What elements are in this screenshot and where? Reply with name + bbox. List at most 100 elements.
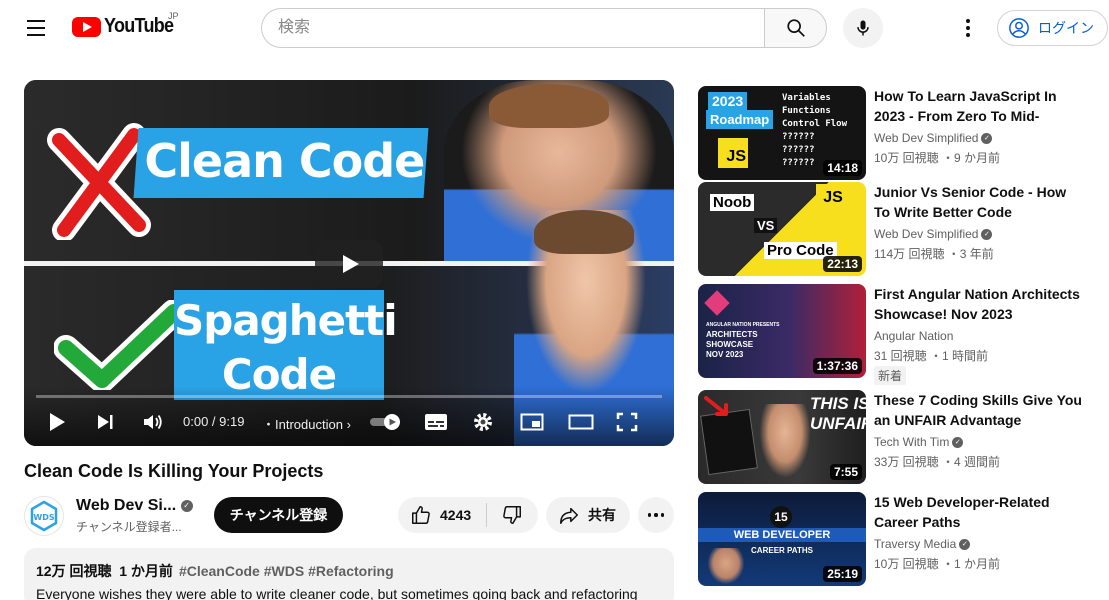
green-check-icon bbox=[54, 300, 184, 390]
video-player[interactable]: Clean Code Spaghetti Code 0:00 / 9:19 ・I… bbox=[24, 80, 674, 446]
recommendation-item[interactable]: ANGULAR NATION PRESENTS ARCHITECTS SHOWC… bbox=[698, 284, 1098, 385]
login-button[interactable]: ログイン bbox=[997, 10, 1108, 46]
settings-gear-icon[interactable] bbox=[472, 411, 494, 433]
youtube-play-logo-icon bbox=[72, 16, 101, 37]
recommendation-channel-name: Tech With Tim bbox=[874, 435, 950, 449]
player-controls: 0:00 / 9:19 ・Introduction › bbox=[24, 404, 674, 440]
volume-icon[interactable] bbox=[142, 412, 164, 432]
recommendation-thumbnail: THIS IS UNFAIR 7:55 bbox=[698, 390, 866, 484]
recommendation-channel[interactable]: Angular Nation bbox=[874, 329, 953, 343]
thumb-person bbox=[756, 404, 814, 484]
description-text: Everyone wishes they were able to write … bbox=[36, 586, 638, 600]
recommendation-item[interactable]: 15 WEB DEVELOPER CAREER PATHS 25:19 15 W… bbox=[698, 492, 1098, 586]
fullscreen-icon[interactable] bbox=[616, 412, 638, 432]
recommendation-thumbnail: 15 WEB DEVELOPER CAREER PATHS 25:19 bbox=[698, 492, 866, 586]
share-icon bbox=[560, 507, 578, 524]
recommendation-channel-name: Web Dev Simplified bbox=[874, 227, 979, 241]
thumb-topic-functions: Functions bbox=[782, 106, 831, 116]
recommendation-channel[interactable]: Web Dev Simplified ✓ bbox=[874, 227, 993, 241]
thumb-web-developer: WEB DEVELOPER bbox=[698, 528, 866, 542]
play-icon[interactable] bbox=[48, 412, 66, 432]
theater-mode-icon[interactable] bbox=[568, 413, 594, 431]
chapter-label[interactable]: ・Introduction › bbox=[262, 414, 351, 433]
youtube-logo[interactable]: YouTube JP bbox=[72, 11, 181, 38]
channel-avatar[interactable]: WDS bbox=[24, 496, 64, 536]
thumb-topic-placeholder: ?????? bbox=[782, 132, 815, 142]
thumb-2023-label: 2023 bbox=[708, 92, 748, 111]
channel-name[interactable]: Web Dev Si... ✓ bbox=[76, 497, 193, 515]
hashtags[interactable]: #CleanCode #WDS #Refactoring bbox=[179, 563, 394, 579]
thumb-unfair-text: THIS IS UNFAIR bbox=[810, 394, 866, 434]
voice-search-button[interactable] bbox=[843, 8, 883, 48]
recommendation-meta: 10万 回視聴 ・1 か月前 bbox=[874, 557, 1001, 571]
dislike-button[interactable] bbox=[487, 497, 537, 533]
like-button[interactable]: 4243 bbox=[398, 497, 486, 533]
next-icon[interactable] bbox=[96, 413, 114, 431]
thumb-roadmap-label: Roadmap bbox=[706, 110, 774, 129]
thumbnail-clean-code-banner: Clean Code bbox=[133, 128, 429, 198]
thumb-date: NOV 2023 bbox=[706, 350, 744, 359]
search-button[interactable] bbox=[764, 8, 827, 48]
thumb-vs-label: VS bbox=[754, 218, 778, 233]
like-count: 4243 bbox=[440, 507, 472, 523]
recommendation-title: Junior Vs Senior Code - How To Write Bet… bbox=[874, 184, 1067, 220]
thumb-topic-placeholder: ?????? bbox=[782, 145, 815, 155]
recommendation-channel[interactable]: Tech With Tim ✓ bbox=[874, 435, 964, 449]
share-button[interactable]: 共有 bbox=[546, 497, 630, 533]
recommendation-meta: 10万 回視聴 ・9 か月前 bbox=[874, 151, 1001, 165]
thumb-architects: ARCHITECTS bbox=[706, 330, 758, 339]
channel-name-text: Web Dev Si... bbox=[76, 497, 177, 514]
recommendation-title: 15 Web Developer-Related Career Paths bbox=[874, 494, 1050, 530]
verified-check-icon: ✓ bbox=[959, 539, 971, 551]
thumbs-up-icon bbox=[412, 506, 430, 524]
time-display: 0:00 / 9:19 bbox=[183, 414, 245, 429]
progress-bar[interactable] bbox=[36, 395, 662, 398]
recommendation-item[interactable]: 2023 Roadmap JS Variables Functions Cont… bbox=[698, 86, 1098, 180]
video-title: Clean Code Is Killing Your Projects bbox=[24, 461, 324, 481]
logo-text: YouTube bbox=[104, 15, 174, 37]
channel-subscriber-count: チャンネル登録者... bbox=[76, 520, 182, 534]
more-actions-icon[interactable] bbox=[638, 497, 674, 533]
recommendation-channel[interactable]: Web Dev Simplified ✓ bbox=[874, 131, 993, 145]
description-meta: 12万 回視聴 1 か月前 #CleanCode #WDS #Refactorin… bbox=[36, 561, 662, 581]
recommendation-item[interactable]: Noob VS Pro Code JS 22:13 Junior Vs Seni… bbox=[698, 182, 1098, 276]
new-badge: 新着 bbox=[874, 366, 907, 385]
settings-more-icon[interactable] bbox=[956, 14, 980, 42]
verified-check-icon: ✓ bbox=[952, 437, 964, 449]
verified-check-icon: ✓ bbox=[180, 499, 193, 512]
chapter-title: Introduction bbox=[275, 417, 343, 432]
subtitles-icon[interactable] bbox=[424, 413, 448, 431]
thumb-topic-variables: Variables bbox=[782, 93, 831, 103]
recommendation-channel[interactable]: Traversy Media ✓ bbox=[874, 537, 971, 551]
autoplay-toggle-icon[interactable] bbox=[368, 413, 404, 431]
js-logo-icon: JS bbox=[816, 184, 850, 212]
thumb-topics: Variables Functions Control Flow ?????? … bbox=[782, 92, 847, 170]
js-logo-icon: JS bbox=[718, 138, 748, 168]
recommendation-item[interactable]: THIS IS UNFAIR 7:55 These 7 Coding Skill… bbox=[698, 390, 1098, 484]
recommendation-channel-name: Web Dev Simplified bbox=[874, 131, 979, 145]
subscribe-button[interactable]: チャンネル登録 bbox=[214, 497, 343, 533]
hamburger-menu-icon[interactable] bbox=[22, 14, 50, 42]
share-label: 共有 bbox=[588, 507, 616, 523]
thumbnail-person-hair bbox=[489, 84, 609, 128]
thumb-person bbox=[706, 548, 746, 586]
miniplayer-icon[interactable] bbox=[520, 413, 544, 431]
search-bar bbox=[261, 8, 827, 48]
avatar-text: WDS bbox=[33, 513, 54, 522]
thumb-topic-control-flow: Control Flow bbox=[782, 119, 848, 129]
recommendation-channel-name: Traversy Media bbox=[874, 537, 957, 551]
thumbnail-clean-code-text: Clean Code bbox=[144, 134, 425, 188]
large-play-button[interactable] bbox=[315, 240, 383, 288]
video-duration: 7:55 bbox=[829, 464, 862, 480]
description-box[interactable]: 12万 回視聴 1 か月前 #CleanCode #WDS #Refactorin… bbox=[24, 548, 674, 600]
like-dislike-group: 4243 bbox=[398, 497, 538, 533]
search-input[interactable] bbox=[261, 8, 764, 48]
thumb-number-badge: 15 bbox=[770, 506, 792, 528]
video-duration: 22:13 bbox=[823, 256, 862, 272]
thumb-presents-label: ANGULAR NATION PRESENTS bbox=[706, 322, 780, 328]
upload-date: 1 か月前 bbox=[119, 563, 173, 579]
verified-check-icon: ✓ bbox=[981, 229, 993, 241]
recommendation-thumbnail: 2023 Roadmap JS Variables Functions Cont… bbox=[698, 86, 866, 180]
video-duration: 25:19 bbox=[823, 566, 862, 582]
recommendation-title: These 7 Coding Skills Give You an UNFAIR… bbox=[874, 392, 1082, 428]
